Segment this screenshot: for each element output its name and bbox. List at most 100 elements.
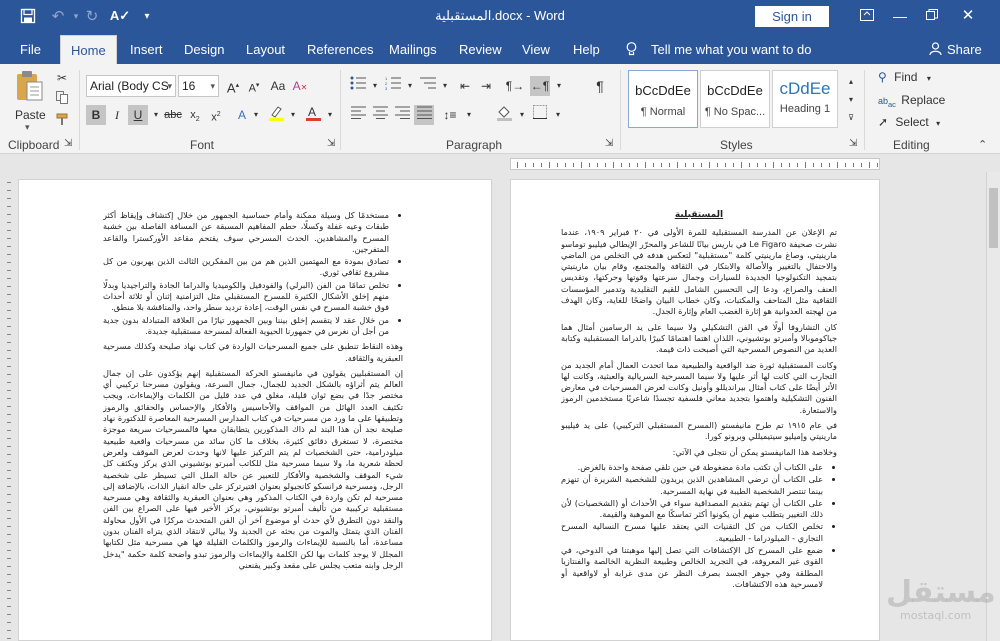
align-right-icon[interactable]	[392, 105, 412, 125]
decrease-indent-icon[interactable]: ⇤	[455, 76, 475, 96]
collapse-ribbon-icon[interactable]: ⌃	[978, 138, 987, 151]
styles-scroll-down-icon[interactable]: ▾	[841, 90, 861, 110]
direction-dropdown-icon[interactable]: ▾	[549, 76, 569, 96]
highlight-dropdown-icon[interactable]: ▾	[283, 105, 303, 125]
sign-in-button[interactable]: Sign in	[755, 6, 829, 27]
ruler-tick	[525, 163, 526, 167]
font-name-dropdown-icon[interactable]: ▾	[167, 76, 172, 96]
ribbon-display-icon[interactable]	[856, 5, 878, 27]
line-spacing-icon[interactable]: ↕≡	[440, 105, 460, 125]
style-normal[interactable]: bCcDdEe ¶ Normal	[628, 70, 698, 128]
multilevel-dropdown-icon[interactable]: ▾	[435, 76, 455, 96]
style-heading-1[interactable]: cDdEe Heading 1	[772, 70, 838, 128]
numbering-dropdown-icon[interactable]: ▾	[400, 76, 420, 96]
justify-icon[interactable]	[414, 105, 434, 125]
clear-formatting-icon[interactable]: A✕	[290, 76, 310, 96]
rtl-direction-icon[interactable]: ←¶	[530, 76, 550, 96]
tab-layout[interactable]: Layout	[246, 42, 285, 57]
align-left-icon[interactable]	[348, 105, 368, 125]
font-size-value: 16	[182, 79, 196, 93]
font-color-dropdown-icon[interactable]: ▾	[320, 105, 340, 125]
window-title: المستقبلية.docx - Word	[435, 8, 565, 23]
horizontal-ruler[interactable]	[0, 155, 1000, 173]
tab-design[interactable]: Design	[184, 42, 224, 57]
strikethrough-button[interactable]: abc	[163, 105, 183, 125]
font-group-label: Font	[190, 138, 215, 152]
grow-font-icon[interactable]: A▴	[223, 76, 243, 96]
show-formatting-icon[interactable]: ¶	[590, 76, 610, 96]
select-button[interactable]: ➚ Select ▾	[878, 115, 940, 129]
styles-more-icon[interactable]: ⊽	[841, 108, 861, 128]
ruler-tick	[7, 470, 11, 471]
tab-insert[interactable]: Insert	[130, 42, 163, 57]
shading-icon[interactable]	[494, 105, 514, 125]
font-size-dropdown-icon[interactable]: ▾	[210, 76, 215, 96]
restore-icon[interactable]	[921, 5, 943, 27]
paste-button[interactable]: Paste ▾	[12, 70, 46, 133]
paste-dropdown-icon[interactable]: ▾	[25, 122, 30, 133]
share-icon[interactable]	[929, 42, 942, 58]
subscript-button[interactable]: x2	[185, 105, 205, 125]
ruler-tick	[877, 163, 878, 167]
font-launcher-icon[interactable]: ⇲	[327, 138, 335, 149]
ruler-track[interactable]	[510, 158, 880, 170]
tab-mailings[interactable]: Mailings	[389, 42, 437, 57]
ruler-tick	[645, 162, 646, 168]
borders-icon[interactable]	[530, 105, 550, 125]
shrink-font-icon[interactable]: A▾	[244, 76, 264, 96]
replace-button[interactable]: abac Replace	[878, 93, 945, 109]
line-spacing-dropdown-icon[interactable]: ▾	[459, 105, 479, 125]
style-no-spacing[interactable]: bCcDdEe ¶ No Spac...	[700, 70, 770, 128]
ruler-tick	[7, 590, 11, 591]
clipboard-launcher-icon[interactable]: ⇲	[64, 138, 72, 149]
bold-button[interactable]: B	[86, 105, 106, 125]
close-icon[interactable]: ✕	[957, 5, 979, 27]
tab-file[interactable]: File	[20, 42, 41, 57]
increase-indent-icon[interactable]: ⇥	[476, 76, 496, 96]
ruler-tick	[541, 163, 542, 167]
scrollbar-thumb[interactable]	[989, 188, 998, 248]
superscript-button[interactable]: x2	[206, 105, 226, 125]
text-effects-dropdown-icon[interactable]: ▾	[246, 105, 266, 125]
watermark-logo: مستقل	[886, 575, 996, 610]
tab-references[interactable]: References	[307, 42, 373, 57]
minimize-icon[interactable]: —	[889, 5, 911, 27]
page-right-text[interactable]: المستقبلية تم الإعلان عن المدرسة المستقب…	[561, 210, 837, 640]
styles-scroll-up-icon[interactable]: ▴	[841, 72, 861, 92]
select-dropdown-icon[interactable]: ▾	[936, 119, 940, 128]
bullets-dropdown-icon[interactable]: ▾	[365, 76, 385, 96]
copy-icon[interactable]	[52, 90, 72, 110]
find-button[interactable]: ⚲ Find ▾	[878, 70, 931, 84]
ltr-direction-icon[interactable]: ¶→	[505, 76, 525, 96]
font-name-combo[interactable]: Arial (Body CS ▾	[86, 75, 176, 97]
borders-dropdown-icon[interactable]: ▾	[548, 105, 568, 125]
italic-button[interactable]: I	[107, 105, 127, 125]
page-left-text[interactable]: مستخدمًا كل وسيلة ممكنة وأمام حساسية الج…	[103, 210, 403, 640]
change-case-icon[interactable]: Aa	[268, 76, 288, 96]
tab-help[interactable]: Help	[573, 42, 600, 57]
vertical-scrollbar[interactable]	[986, 172, 1000, 641]
list-item: تصادق بمودة مع المهتمين الذين هم من بين …	[103, 256, 389, 279]
ruler-tick	[7, 238, 11, 239]
ruler-tick	[605, 163, 606, 167]
align-center-icon[interactable]	[370, 105, 390, 125]
styles-launcher-icon[interactable]: ⇲	[849, 138, 857, 149]
tell-me-search[interactable]: Tell me what you want to do	[651, 42, 811, 57]
vertical-ruler[interactable]	[0, 172, 18, 641]
find-dropdown-icon[interactable]: ▾	[927, 74, 931, 83]
document-page-right[interactable]: المستقبلية تم الإعلان عن المدرسة المستقب…	[510, 179, 880, 641]
paragraph-launcher-icon[interactable]: ⇲	[605, 138, 613, 149]
ruler-tick	[7, 414, 11, 415]
cut-icon[interactable]: ✂	[52, 68, 72, 88]
shading-dropdown-icon[interactable]: ▾	[512, 105, 532, 125]
document-page-left[interactable]: مستخدمًا كل وسيلة ممكنة وأمام حساسية الج…	[18, 179, 492, 641]
ruler-tick	[677, 162, 678, 168]
underline-button[interactable]: U	[128, 105, 148, 125]
format-painter-icon[interactable]	[52, 112, 72, 132]
tab-view[interactable]: View	[522, 42, 550, 57]
share-button[interactable]: Share	[947, 42, 982, 57]
tab-review[interactable]: Review	[459, 42, 502, 57]
tab-home[interactable]: Home	[60, 35, 117, 66]
ruler-tick	[717, 163, 718, 167]
font-size-combo[interactable]: 16 ▾	[178, 75, 219, 97]
